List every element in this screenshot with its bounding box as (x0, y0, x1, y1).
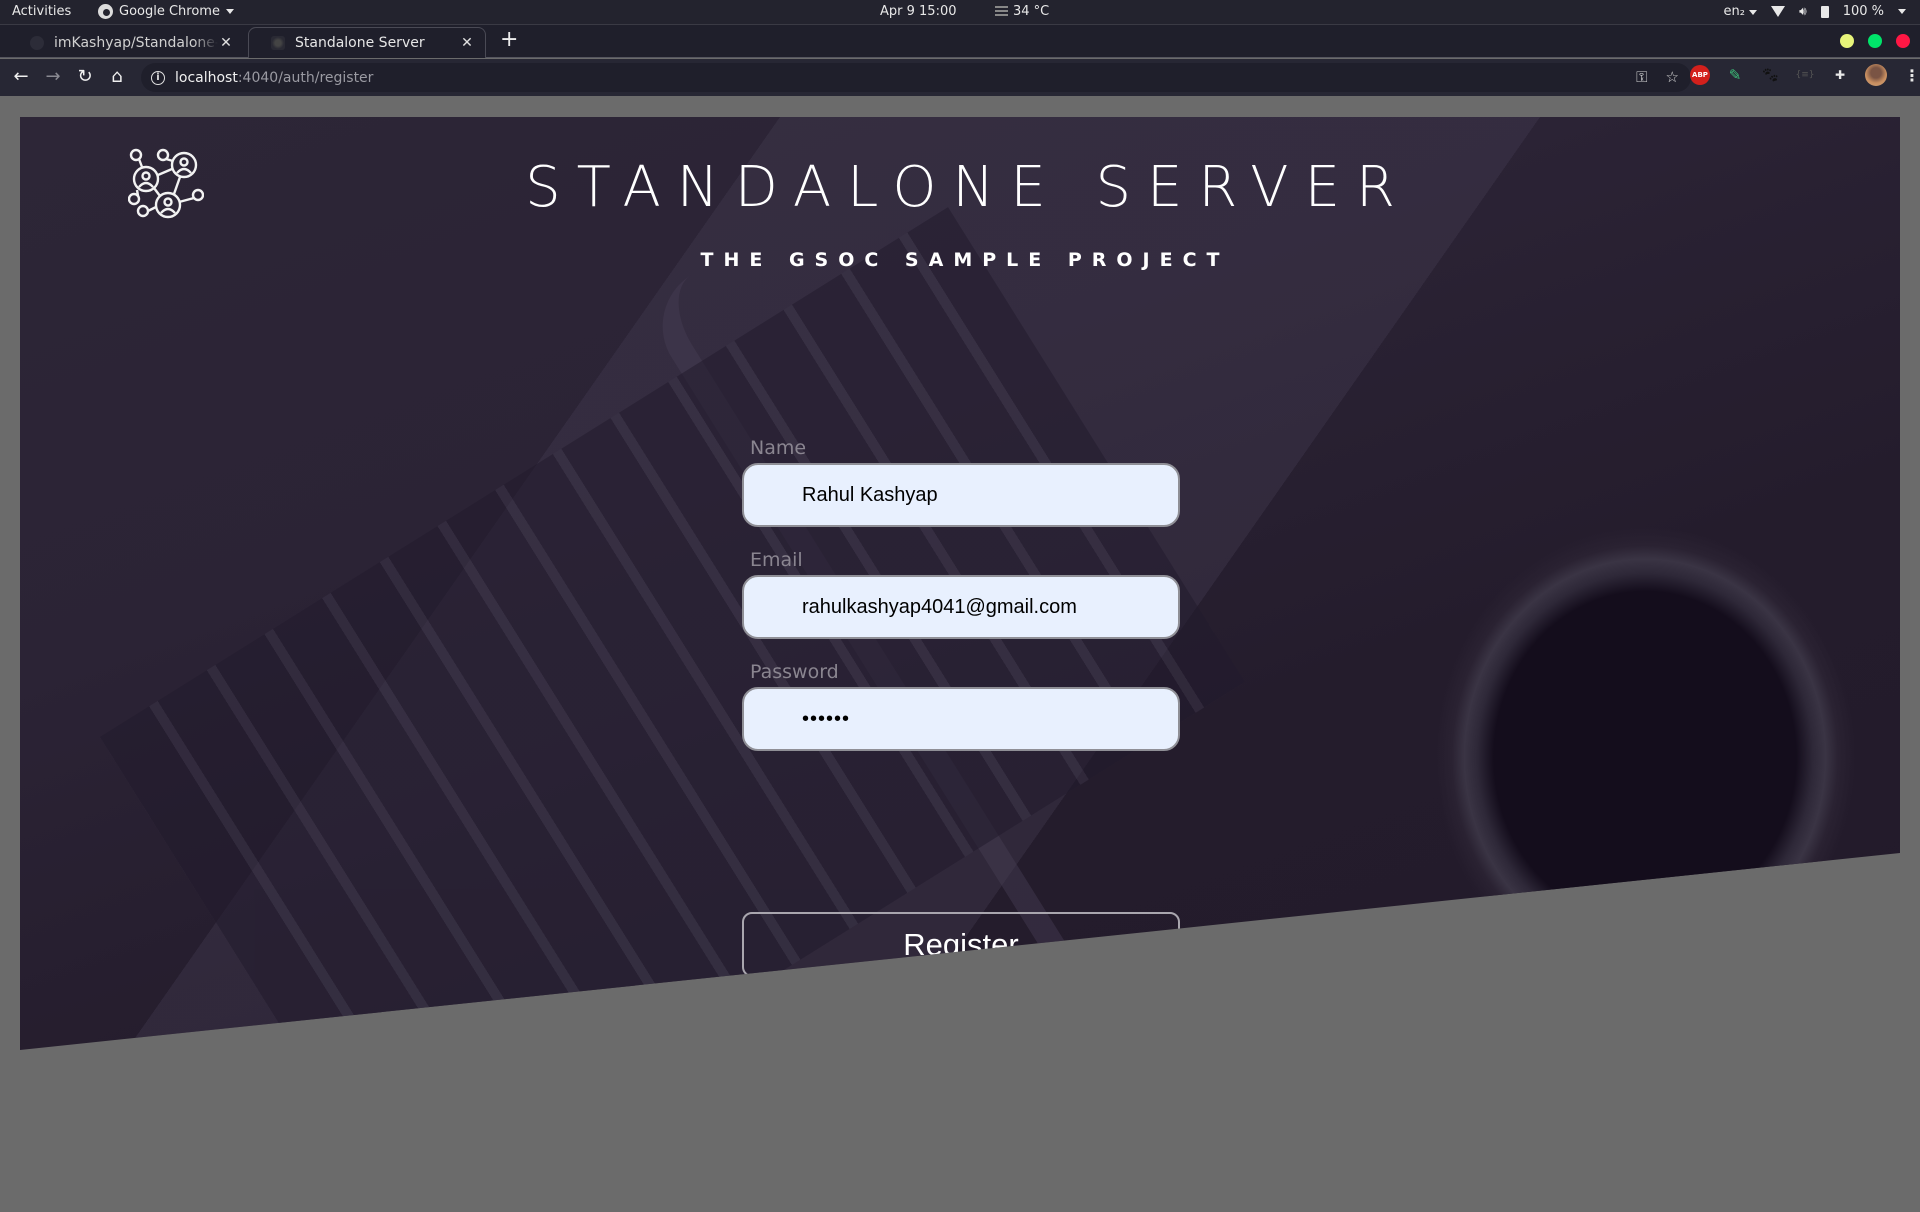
reload-button[interactable]: ↻ (73, 65, 97, 89)
hero-section: STANDALONE SERVER THE GSOC SAMPLE PROJEC… (20, 117, 1900, 1050)
bookmark-star-icon[interactable]: ☆ (1666, 68, 1679, 86)
url-path: :4040/auth/register (237, 69, 374, 86)
page-viewport: STANDALONE SERVER THE GSOC SAMPLE PROJEC… (0, 96, 1920, 1080)
email-label: Email (750, 549, 803, 571)
app-name: Google Chrome (119, 4, 220, 19)
tab-strip: imKashyap/Standalone-Server ✕ Standalone… (0, 25, 1920, 58)
email-input[interactable] (742, 575, 1180, 639)
system-top-bar: Activities Google Chrome Apr 9 15:00 34 … (0, 0, 1920, 25)
clock[interactable]: Apr 9 15:00 (880, 4, 957, 19)
maximize-button[interactable] (1868, 34, 1882, 48)
browser-toolbar: ← → ↻ ⌂ i localhost:4040/auth/register ⚿… (0, 59, 1920, 96)
site-info-icon[interactable]: i (151, 70, 165, 85)
name-input[interactable] (742, 463, 1180, 527)
chevron-down-icon (1898, 9, 1906, 14)
page-subtitle: THE GSOC SAMPLE PROJECT (700, 249, 1230, 271)
url-host: localhost (175, 69, 238, 86)
back-button[interactable]: ← (9, 65, 33, 89)
json-viewer-icon[interactable]: {≡} (1795, 65, 1815, 85)
password-input[interactable] (742, 687, 1180, 751)
close-tab-icon[interactable]: ✕ (218, 35, 234, 51)
key-icon[interactable]: ⚿ (1636, 68, 1647, 86)
tab-title: Standalone Server (295, 35, 425, 51)
system-status-area[interactable]: en₂ 🔊︎ 100 % (1724, 4, 1906, 19)
address-bar[interactable]: i localhost:4040/auth/register ⚿ ☆ (141, 63, 1691, 92)
tab-title: imKashyap/Standalone-Server (54, 34, 218, 51)
home-button[interactable]: ⌂ (105, 65, 129, 89)
keyboard-layout[interactable]: en₂ (1724, 4, 1758, 19)
profile-avatar[interactable] (1865, 64, 1887, 86)
github-favicon-icon (30, 35, 44, 50)
weather-indicator[interactable]: 34 °C (995, 4, 1049, 19)
login-prompt: Already have an account? Login (742, 999, 1180, 1019)
password-label: Password (750, 661, 839, 683)
weather-fog-icon (995, 6, 1008, 17)
register-button[interactable]: Register (742, 912, 1180, 977)
chevron-down-icon (1749, 10, 1758, 15)
close-window-button[interactable] (1896, 34, 1910, 48)
already-account-text: Already have an account? (817, 999, 1039, 1019)
wifi-icon (1771, 6, 1786, 17)
close-tab-icon[interactable]: ✕ (459, 35, 475, 51)
chevron-down-icon (225, 9, 234, 14)
app-menu[interactable]: Google Chrome (98, 4, 234, 19)
extensions-puzzle-icon[interactable]: ✚ (1830, 65, 1850, 85)
weather-temp: 34 °C (1013, 4, 1050, 19)
gnome-foot-icon[interactable]: 🐾︎ (1760, 65, 1780, 85)
minimize-button[interactable] (1840, 34, 1854, 48)
chrome-icon (98, 4, 113, 19)
volume-icon: 🔊︎ (1799, 4, 1807, 18)
tab-github[interactable]: imKashyap/Standalone-Server ✕ (8, 27, 244, 58)
color-picker-icon[interactable]: ✎ (1725, 65, 1745, 85)
forward-button[interactable]: → (41, 65, 65, 89)
battery-percent: 100 % (1842, 4, 1884, 19)
tab-standalone-server[interactable]: Standalone Server ✕ (248, 27, 486, 58)
window-controls (1840, 34, 1910, 48)
extensions-toolbar: ABP ✎ 🐾︎ {≡} ✚ ⋮ (1690, 64, 1920, 86)
login-link[interactable]: Login (1052, 999, 1105, 1019)
keyboard-layout-label: en₂ (1723, 4, 1745, 19)
name-label: Name (750, 437, 807, 459)
adblock-plus-icon[interactable]: ABP (1690, 65, 1710, 85)
battery-icon (1820, 5, 1829, 18)
new-tab-button[interactable]: + (500, 28, 518, 52)
activities-button[interactable]: Activities (12, 4, 71, 19)
site-favicon-icon (271, 36, 285, 50)
register-form: Name Email Password Register Already hav… (742, 437, 1180, 1019)
menu-icon[interactable]: ⋮ (1902, 65, 1920, 85)
page-title: STANDALONE SERVER (525, 155, 1411, 220)
